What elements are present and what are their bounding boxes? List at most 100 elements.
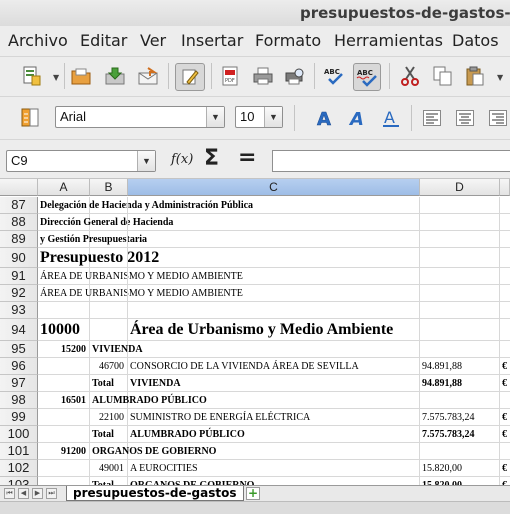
styles-formatting-icon[interactable] xyxy=(18,105,42,129)
font-size-combo[interactable]: 10 ▼ xyxy=(235,106,283,128)
cell-a[interactable]: 91200 xyxy=(38,443,90,459)
cell-c[interactable] xyxy=(128,341,420,357)
menu-archivo[interactable]: Archivo xyxy=(8,31,68,50)
paste-dropdown-icon[interactable]: ▼ xyxy=(497,73,503,82)
cell-a[interactable] xyxy=(38,426,90,442)
cell-e[interactable] xyxy=(500,214,510,230)
cell-e[interactable] xyxy=(500,341,510,357)
cell-b[interactable]: ORGANOS DE GOBIERNO xyxy=(90,443,216,459)
cell-d[interactable]: 15.820,00 xyxy=(420,460,500,476)
name-box[interactable]: C9 ▼ xyxy=(6,150,156,172)
font-name-combo[interactable]: Arial ▼ xyxy=(55,106,225,128)
cell-d[interactable] xyxy=(420,392,500,408)
menu-formato[interactable]: Formato xyxy=(255,31,321,50)
cell-c[interactable]: ORGANOS DE GOBIERNO xyxy=(128,477,420,485)
cell-c[interactable]: ALUMBRADO PÚBLICO xyxy=(128,426,420,442)
cell-a[interactable] xyxy=(38,477,90,485)
save-icon[interactable] xyxy=(103,64,127,88)
cell-b[interactable] xyxy=(90,197,128,213)
cell-e[interactable] xyxy=(500,319,510,340)
row-header[interactable]: 100 xyxy=(0,426,38,443)
column-header-b[interactable]: B xyxy=(90,179,128,196)
column-header-a[interactable]: A xyxy=(38,179,90,196)
row-header[interactable]: 102 xyxy=(0,460,38,477)
column-header-e[interactable] xyxy=(500,179,510,196)
chevron-down-icon[interactable]: ▼ xyxy=(264,107,282,127)
row-header[interactable]: 90 xyxy=(0,248,38,268)
cell-c[interactable] xyxy=(128,285,420,301)
row-header[interactable]: 103 xyxy=(0,477,38,485)
cell-c[interactable] xyxy=(128,197,420,213)
cell-e[interactable]: € xyxy=(500,409,510,425)
cell-c[interactable]: SUMINISTRO DE ENERGÍA ELÉCTRICA xyxy=(128,409,420,425)
cell-a[interactable]: ÁREA DE URBANISMO Y MEDIO AMBIENTE xyxy=(38,268,243,284)
cell-d[interactable] xyxy=(420,231,500,247)
cell-c[interactable] xyxy=(128,302,420,318)
cell-e[interactable] xyxy=(500,248,510,267)
cell-a[interactable]: Delegación de Hacienda y Administración … xyxy=(38,197,253,213)
cell-b[interactable]: ALUMBRADO PÚBLICO xyxy=(90,392,207,408)
cell-c[interactable] xyxy=(128,392,420,408)
menu-editar[interactable]: Editar xyxy=(80,31,127,50)
cell-d[interactable] xyxy=(420,319,500,340)
cell-d[interactable] xyxy=(420,197,500,213)
cell-c[interactable]: VIVIENDA xyxy=(128,375,420,391)
cell-d[interactable]: 7.575.783,24 xyxy=(420,409,500,425)
select-all-corner[interactable] xyxy=(0,179,38,196)
print-icon[interactable] xyxy=(251,64,275,88)
cell-a[interactable]: y Gestión Presupuestaria xyxy=(38,231,147,247)
row-header[interactable]: 92 xyxy=(0,285,38,302)
paste-icon[interactable] xyxy=(463,64,487,88)
cell-b[interactable]: 49001 xyxy=(90,460,128,476)
row-header[interactable]: 98 xyxy=(0,392,38,409)
cell-d[interactable]: 7.575.783,24 xyxy=(420,426,500,442)
print-preview-icon[interactable] xyxy=(283,64,307,88)
cell-b[interactable]: Total xyxy=(90,375,128,391)
cell-b[interactable]: 46700 xyxy=(90,358,128,374)
row-header[interactable]: 93 xyxy=(0,302,38,319)
cell-e[interactable]: € xyxy=(500,358,510,374)
cell-b[interactable] xyxy=(90,319,128,340)
row-header[interactable]: 94 xyxy=(0,319,38,341)
export-pdf-icon[interactable]: PDF xyxy=(218,64,242,88)
cell-e[interactable] xyxy=(500,443,510,459)
menu-datos[interactable]: Datos xyxy=(452,31,499,50)
cell-a[interactable]: 10000 xyxy=(38,319,90,340)
row-header[interactable]: 97 xyxy=(0,375,38,392)
row-header[interactable]: 99 xyxy=(0,409,38,426)
edit-mode-icon[interactable] xyxy=(175,63,205,91)
column-header-d[interactable]: D xyxy=(420,179,500,196)
italic-icon[interactable]: A xyxy=(346,106,370,130)
cell-e[interactable]: € xyxy=(500,426,510,442)
cell-c[interactable] xyxy=(128,248,420,267)
cell-b[interactable] xyxy=(90,302,128,318)
last-sheet-icon[interactable]: ⏭ xyxy=(46,488,57,499)
cell-e[interactable]: € xyxy=(500,460,510,476)
chevron-down-icon[interactable]: ▼ xyxy=(206,107,224,127)
cell-d[interactable] xyxy=(420,302,500,318)
cell-a[interactable] xyxy=(38,460,90,476)
cell-b[interactable] xyxy=(90,268,128,284)
menu-ver[interactable]: Ver xyxy=(140,31,166,50)
sheet-tab-active[interactable]: presupuestos-de-gastos xyxy=(66,486,244,501)
cell-e[interactable]: € xyxy=(500,477,510,486)
cell-a[interactable]: ÁREA DE URBANISMO Y MEDIO AMBIENTE xyxy=(38,285,243,301)
cell-d[interactable] xyxy=(420,248,500,267)
cell-d[interactable]: 15.820,00 xyxy=(420,477,500,485)
formula-button[interactable]: = xyxy=(238,145,256,170)
spellcheck-icon[interactable]: ABC xyxy=(322,64,346,88)
align-left-icon[interactable] xyxy=(420,106,444,130)
cell-d[interactable] xyxy=(420,214,500,230)
new-document-icon[interactable] xyxy=(20,64,44,88)
cell-a[interactable] xyxy=(38,358,90,374)
bold-icon[interactable]: A xyxy=(313,106,337,130)
menu-herramientas[interactable]: Herramientas xyxy=(334,31,443,50)
cell-b[interactable] xyxy=(90,231,128,247)
cell-c[interactable] xyxy=(128,214,420,230)
formula-input[interactable] xyxy=(272,150,510,172)
cell-a[interactable]: Dirección General de Hacienda xyxy=(38,214,173,230)
cell-a[interactable] xyxy=(38,409,90,425)
cell-b[interactable]: 22100 xyxy=(90,409,128,425)
cell-a[interactable]: 16501 xyxy=(38,392,90,408)
cell-e[interactable] xyxy=(500,392,510,408)
